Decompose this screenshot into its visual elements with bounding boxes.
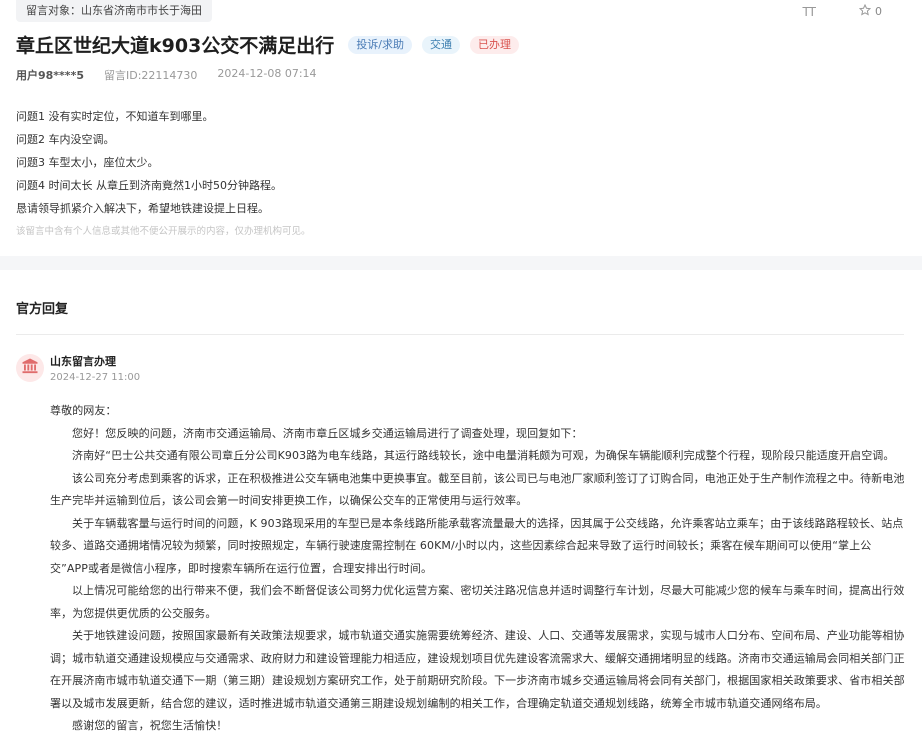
message-target-tag: 留言对象：山东省济南市市长于海田 [16,0,212,22]
message-datetime: 2024-12-08 07:14 [217,67,317,80]
top-bar: 留言对象：山东省济南市市长于海田 TT 0 [0,0,922,24]
message-line: 问题1 没有实时定位，不知道车到哪里。 [16,110,214,123]
privacy-notice: 该留言中含有个人信息或其他不便公开展示的内容，仅办理机构可见。 [16,226,311,237]
message-line: 问题4 时间太长 从章丘到济南竟然1小时50分钟路程。 [16,179,282,192]
topic-badge: 交通 [422,35,461,54]
reply-section-title: 官方回复 [16,302,69,317]
org-avatar [16,354,44,382]
reply-paragraph: 以上情况可能给您的出行带来不便，我们会不断督促该公司努力优化运营方案、密切关注路… [50,584,905,620]
reply-datetime: 2024-12-27 11:00 [50,372,141,383]
status-badge: 已办理 [470,35,520,54]
message-line: 恳请领导抓紧介入解决下，希望地铁建设提上日程。 [16,202,269,215]
message-line: 问题2 车内没空调。 [16,133,115,146]
reply-org-name: 山东留言办理 [50,355,116,368]
font-size-icon: TT [802,4,816,19]
page-title: 章丘区世纪大道k903公交不满足出行 [16,35,335,57]
reply-paragraph: 关于车辆载客量与运行时间的问题，K 903路现采用的车型已是本条线路所能承载客流… [50,516,904,575]
toolbar: TT 0 [802,3,882,19]
font-size-button[interactable]: TT [802,4,816,19]
reply-paragraph: 关于地铁建设问题，按照国家最新有关政策法规要求，城市轨道交通实施需要统筹经济、建… [50,629,905,710]
message-id: 留言ID:22114730 [103,69,198,82]
user-name: 用户98****5 [16,69,84,82]
message-meta: 用户98****5 留言ID:22114730 2024-12-08 07:14 [16,67,317,83]
reply-body: 尊敬的网友： 您好！您反映的问题，济南市交通运输局、济南市章丘区城乡交通运输局进… [50,400,906,738]
title-row: 章丘区世纪大道k903公交不满足出行 投诉/求助 交通 已办理 [16,31,529,58]
message-line: 问题3 车型太小，座位太少。 [16,156,159,169]
reply-paragraph: 济南好“巴士公共交通有限公司章丘分公司K903路为电车线路，其运行路线较长，途中… [72,449,895,462]
reply-paragraph: 感谢您的留言，祝您生活愉快！ [72,719,228,732]
message-content: 问题1 没有实时定位，不知道车到哪里。 问题2 车内没空调。 问题3 车型太小，… [16,105,282,220]
star-icon [858,3,872,19]
reply-divider [16,334,904,335]
star-button[interactable]: 0 [858,3,882,19]
reply-paragraph: 尊敬的网友： [50,404,117,417]
reply-paragraph: 您好！您反映的问题，济南市交通运输局、济南市章丘区城乡交通运输局进行了调查处理，… [72,426,583,440]
category-badge: 投诉/求助 [348,35,413,54]
section-divider [0,256,922,270]
government-building-icon [21,357,39,379]
star-count: 0 [875,5,882,18]
reply-paragraph: 该公司充分考虑到乘客的诉求，正在积极推进公交车辆电池集中更换事宜。截至目前，该公… [50,471,905,508]
